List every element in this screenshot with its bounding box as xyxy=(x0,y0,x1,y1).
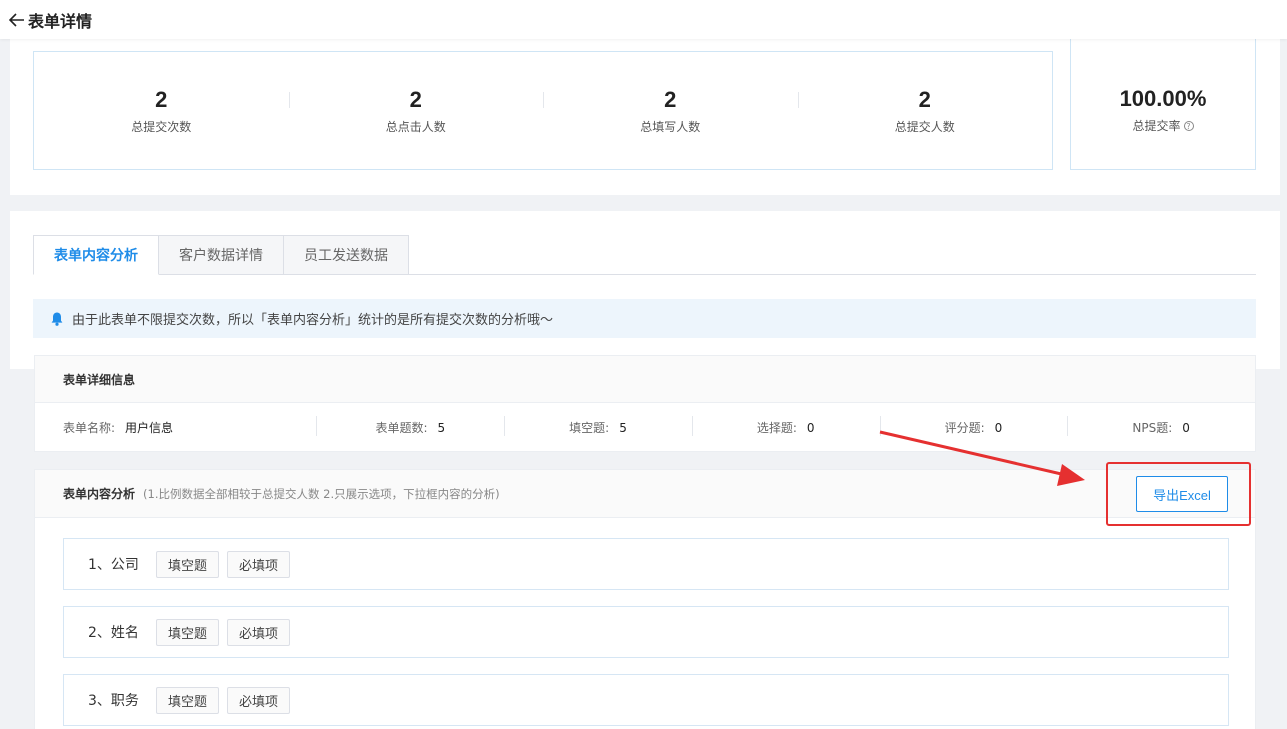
required-tag: 必填项 xyxy=(227,550,291,578)
field-label: 表单题数: xyxy=(375,421,428,435)
detail-nps-count: NPS题: 0 xyxy=(1067,416,1255,436)
field-label: NPS题: xyxy=(1132,421,1173,435)
question-type-tag: 填空题 xyxy=(156,618,220,646)
stat-label: 总提交次数 xyxy=(131,120,192,134)
field-label: 表单名称: xyxy=(63,421,116,435)
question-title: 2、姓名 xyxy=(88,625,139,641)
rate-label-row: 总提交率? xyxy=(1132,117,1194,134)
detail-row: 表单名称: 用户信息 表单题数: 5 填空题: 5 选择题: 0 评分题: 0 NPS题:… xyxy=(35,403,1255,452)
field-value: 0 xyxy=(994,421,1003,435)
top-bar: 表单详情 xyxy=(0,0,1287,39)
stat-total-submitters: 2 总提交人数 xyxy=(797,86,1053,135)
question-type-tag: 填空题 xyxy=(156,686,220,714)
bell-icon xyxy=(51,312,63,326)
back-arrow-icon[interactable] xyxy=(9,12,25,27)
field-value: 0 xyxy=(806,421,815,435)
stat-label: 总填写人数 xyxy=(640,120,701,134)
stat-label: 总提交人数 xyxy=(894,120,955,134)
form-detail-card: 表单详细信息 表单名称: 用户信息 表单题数: 5 填空题: 5 选择题: 0 评分题:… xyxy=(34,355,1256,452)
question-list: 1、公司 填空题 必填项 2、姓名 填空题 必填项 3、职务 填空题 必填项 xyxy=(63,538,1229,729)
tab-form-content-analysis[interactable]: 表单内容分析 xyxy=(33,235,159,275)
detail-form-name: 表单名称: 用户信息 xyxy=(35,419,316,436)
tab-customer-data-details[interactable]: 客户数据详情 xyxy=(159,235,284,275)
analysis-card-header: 表单内容分析 (1.比例数据全部相较于总提交人数 2.只展示选项，下拉框内容的分… xyxy=(35,470,1255,518)
question-title: 1、公司 xyxy=(88,557,139,573)
stats-summary: 2 总提交次数 2 总点击人数 2 总填写人数 2 总提交人数 xyxy=(33,51,1053,170)
question-item[interactable]: 3、职务 填空题 必填项 xyxy=(63,674,1229,726)
stat-submission-rate: 100.00% 总提交率? xyxy=(1070,39,1256,170)
field-label: 选择题: xyxy=(756,421,797,435)
content-analysis-card: 表单内容分析 (1.比例数据全部相较于总提交人数 2.只展示选项，下拉框内容的分… xyxy=(34,469,1256,729)
stat-total-submissions: 2 总提交次数 xyxy=(34,86,289,135)
field-label: 评分题: xyxy=(944,421,985,435)
field-label: 填空题: xyxy=(569,421,610,435)
rate-value: 100.00% xyxy=(1119,85,1207,111)
stat-value: 2 xyxy=(664,87,677,112)
question-title: 3、职务 xyxy=(88,693,139,709)
detail-choice-count: 选择题: 0 xyxy=(691,416,880,436)
question-item[interactable]: 1、公司 填空题 必填项 xyxy=(63,538,1229,590)
field-value: 0 xyxy=(1182,421,1190,435)
analysis-title: 表单内容分析 xyxy=(63,487,136,501)
tab-employee-send-data[interactable]: 员工发送数据 xyxy=(284,235,409,275)
stat-value: 2 xyxy=(918,87,931,112)
analysis-subtitle: (1.比例数据全部相较于总提交人数 2.只展示选项，下拉框内容的分析) xyxy=(143,486,500,501)
detail-rating-count: 评分题: 0 xyxy=(879,416,1068,436)
rate-label: 总提交率 xyxy=(1132,118,1181,133)
detail-fill-blank-count: 填空题: 5 xyxy=(504,416,692,436)
required-tag: 必填项 xyxy=(227,618,291,646)
stat-value: 2 xyxy=(155,87,168,112)
export-excel-button[interactable]: 导出Excel xyxy=(1136,476,1228,512)
detail-card-title: 表单详细信息 xyxy=(35,356,1255,403)
page-title: 表单详情 xyxy=(28,11,93,31)
required-tag: 必填项 xyxy=(227,686,291,714)
stat-label: 总点击人数 xyxy=(385,120,446,134)
stat-total-clicks: 2 总点击人数 xyxy=(288,86,544,135)
main-panel: 表单内容分析 客户数据详情 员工发送数据 由于此表单不限提交次数，所以「表单内容… xyxy=(10,211,1280,369)
field-value: 5 xyxy=(437,421,446,435)
notice-text: 由于此表单不限提交次数，所以「表单内容分析」统计的是所有提交次数的分析哦～ xyxy=(72,313,554,328)
question-item[interactable]: 2、姓名 填空题 必填项 xyxy=(63,606,1229,658)
help-icon[interactable]: ? xyxy=(1183,121,1194,131)
question-type-tag: 填空题 xyxy=(156,550,220,578)
field-value: 用户信息 xyxy=(125,421,174,435)
field-value: 5 xyxy=(619,421,627,435)
notice-banner: 由于此表单不限提交次数，所以「表单内容分析」统计的是所有提交次数的分析哦～ xyxy=(33,299,1256,338)
stats-panel: 2 总提交次数 2 总点击人数 2 总填写人数 2 总提交人数 100.00% … xyxy=(10,39,1280,195)
tab-bar: 表单内容分析 客户数据详情 员工发送数据 xyxy=(33,235,1256,275)
stat-value: 2 xyxy=(409,87,422,112)
detail-question-count: 表单题数: 5 xyxy=(316,416,504,436)
stat-total-fillers: 2 总填写人数 xyxy=(543,86,798,135)
